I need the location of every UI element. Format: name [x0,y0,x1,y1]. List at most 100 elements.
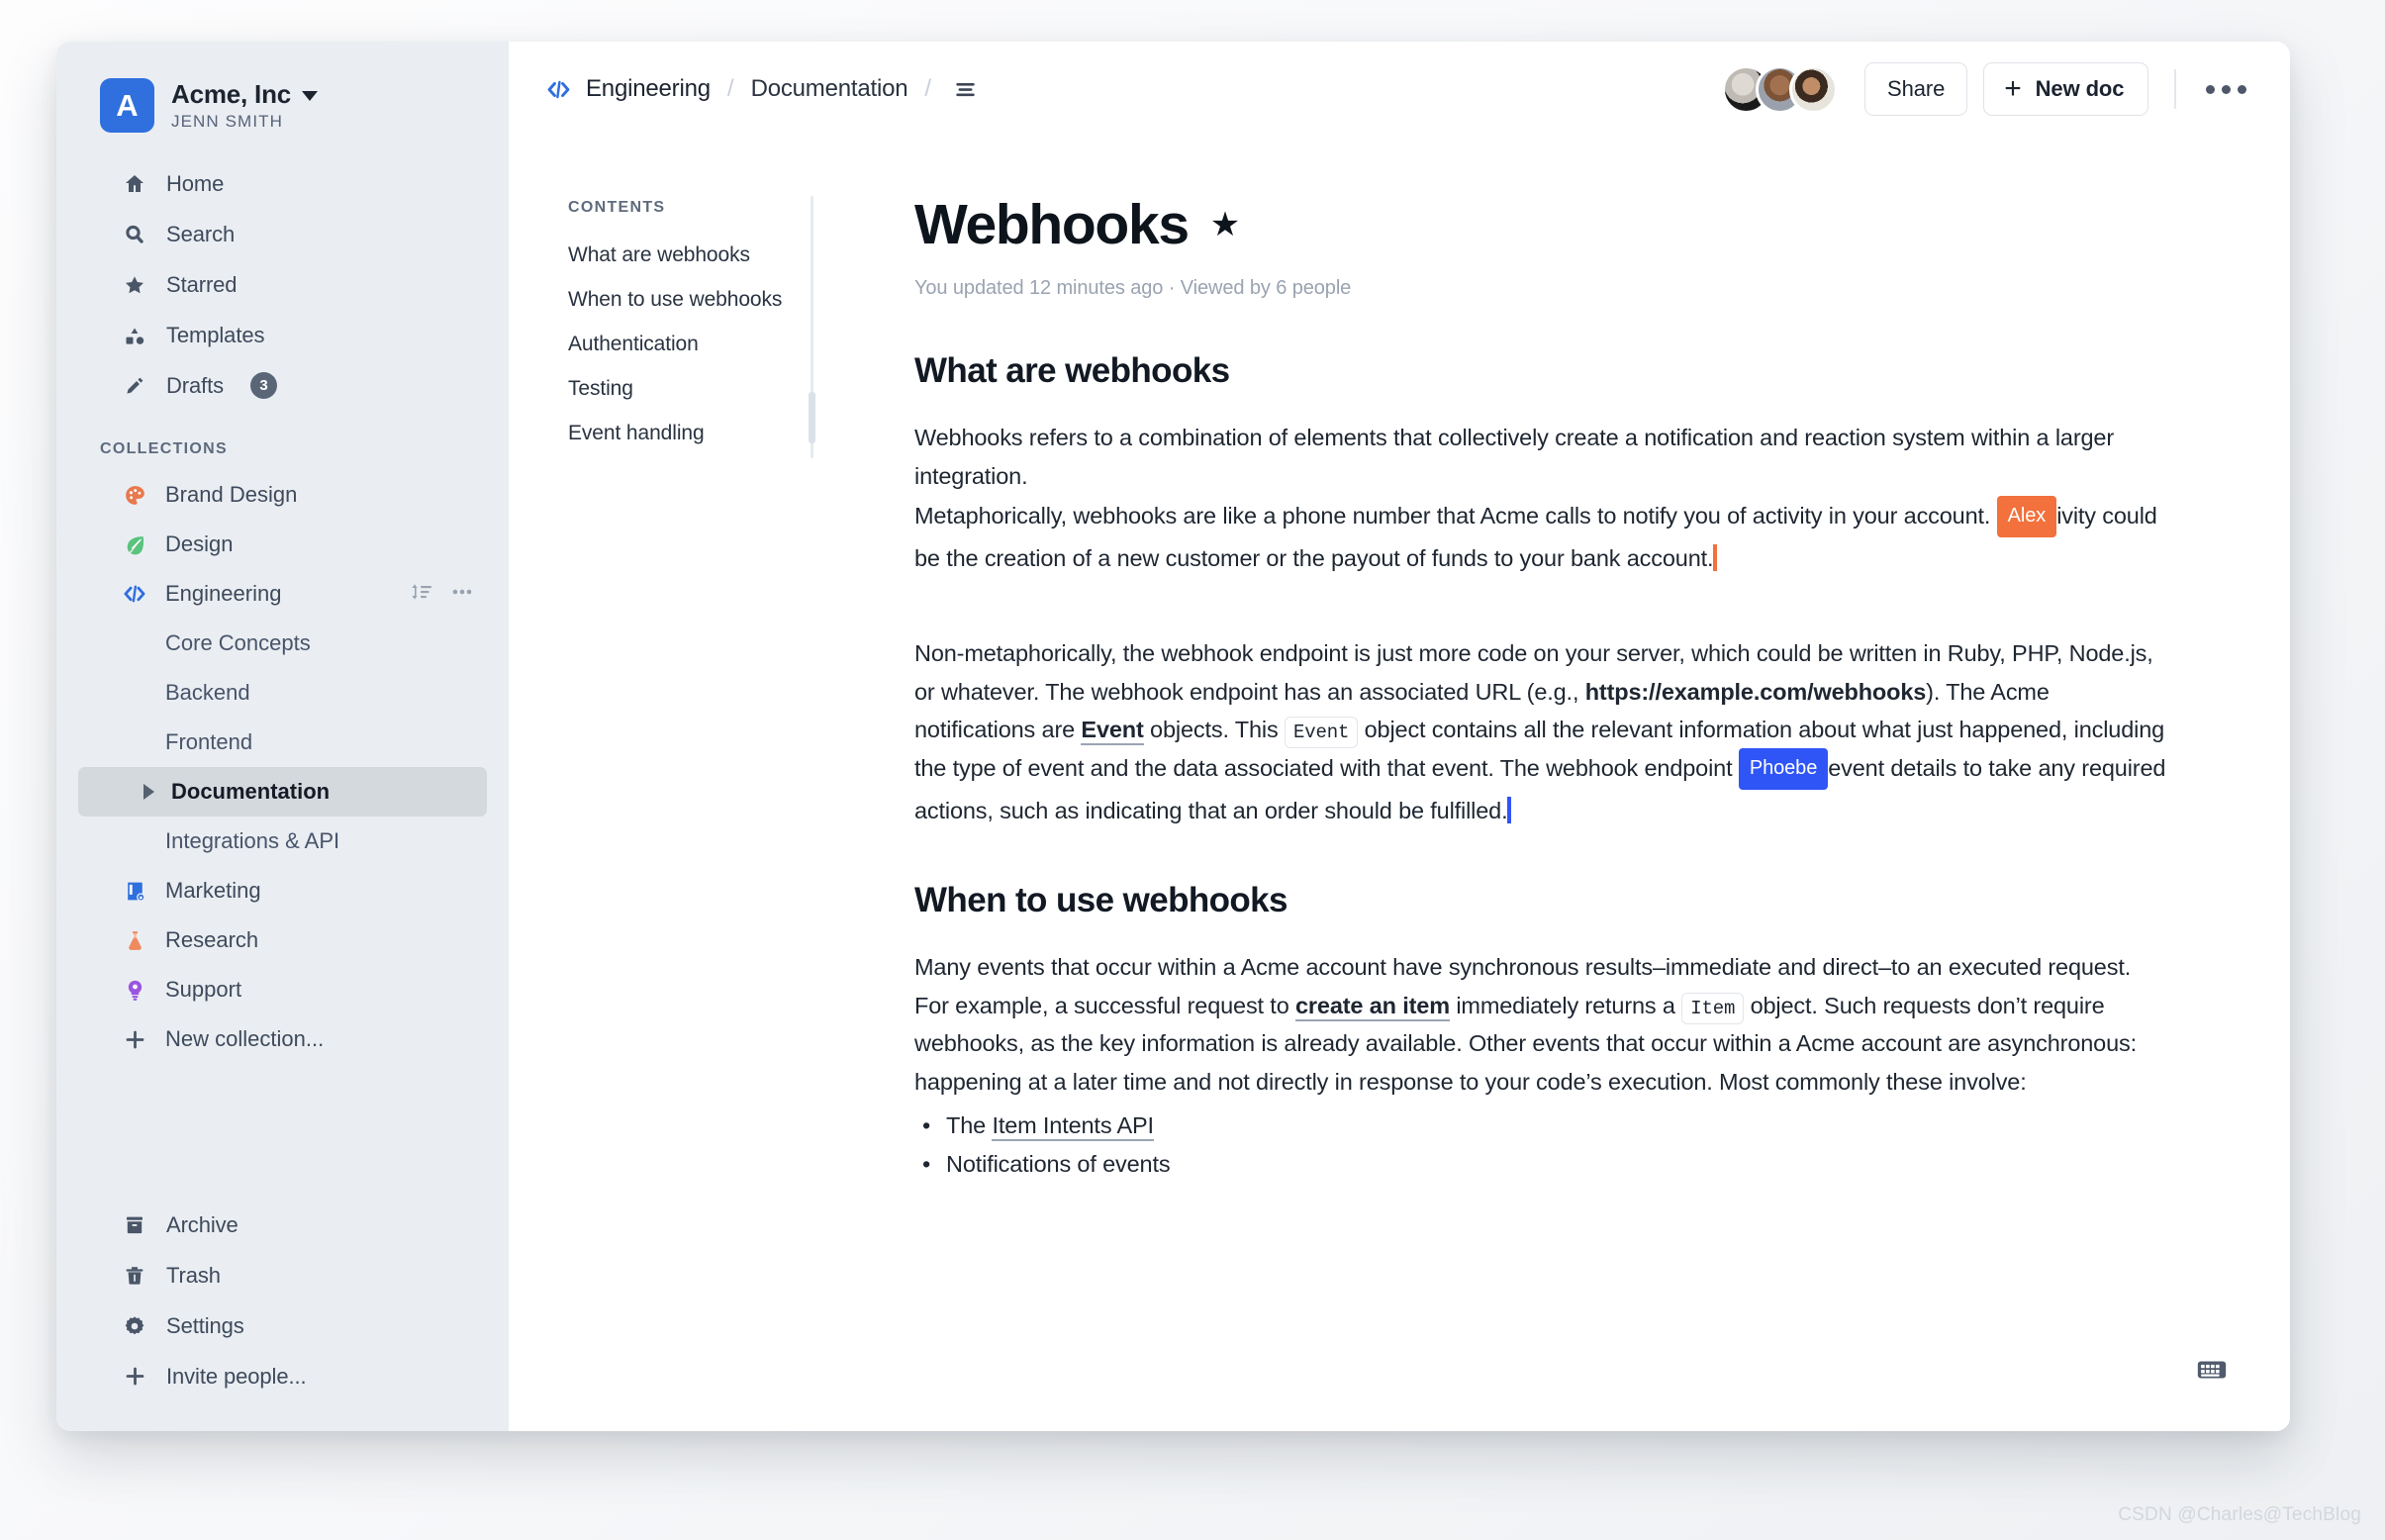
new-doc-button[interactable]: + New doc [1983,62,2149,116]
sidebar-item-label: Backend [165,680,250,705]
sidebar-item-label: Home [166,170,225,196]
sidebar-item-label: Design [165,531,234,556]
sidebar-item-label: Drafts [166,372,225,398]
templates-icon [122,323,147,348]
sidebar-item-settings[interactable]: Settings [78,1300,487,1351]
sidebar-item-integrations-api[interactable]: Integrations & API [78,817,487,866]
sidebar-item-documentation[interactable]: Documentation [78,767,487,817]
more-icon[interactable] [449,579,475,610]
sidebar-item-backend[interactable]: Backend [78,668,487,718]
sidebar-item-frontend[interactable]: Frontend [78,718,487,767]
collections-header: COLLECTIONS [100,440,228,457]
paragraph-text: Webhooks refers to a combination of elem… [914,425,2115,489]
collaborator-caret-alex [1713,543,1718,571]
sidebar-item-label: Search [166,221,236,246]
event-link[interactable]: Event [1081,717,1144,746]
item-intents-api-link[interactable]: Item Intents API [992,1112,1154,1142]
sidebar-item-core-concepts[interactable]: Core Concepts [78,619,487,668]
sidebar-item-label: Settings [166,1312,244,1338]
leaf-icon [122,531,147,557]
disclosure-triangle-icon[interactable] [143,784,154,800]
page-title: Webhooks [914,193,1190,256]
palette-icon [122,482,147,508]
book-lock-icon [122,878,147,904]
sidebar-item-search[interactable]: Search [78,209,487,259]
sidebar-item-support[interactable]: Support [78,965,487,1014]
url-text: https://example.com/webhooks [1584,678,1927,705]
sidebar-item-brand-design[interactable]: Brand Design [78,470,487,520]
app-window: A Acme, Inc JENN SMITH Home Search Starr… [56,42,2290,1431]
list-item-text: The [946,1112,993,1139]
primary-nav: Home Search Starred Templates Drafts 3 [56,158,509,411]
sidebar-item-label: Trash [166,1262,221,1288]
gear-icon [122,1313,147,1339]
sidebar-item-engineering[interactable]: Engineering [78,569,487,619]
breadcrumb-collection[interactable]: Engineering [586,75,711,103]
sidebar-item-label: Support [165,977,242,1002]
sidebar-item-label: New collection... [165,1026,325,1051]
team-avatar: A [100,78,154,133]
divider [2174,69,2176,109]
toc-item-testing[interactable]: Testing [568,377,835,401]
collaborator-caret-phoebe [1507,796,1512,823]
trash-icon [122,1263,147,1289]
sidebar-item-label: Starred [166,271,238,297]
toc-item-authentication[interactable]: Authentication [568,333,835,356]
screen: A Acme, Inc JENN SMITH Home Search Starr… [0,0,2385,1540]
sort-icon[interactable] [410,580,433,609]
content-area: CONTENTS What are webhooks When to use w… [509,137,2290,1431]
archive-icon [122,1212,147,1238]
sidebar-item-archive[interactable]: Archive [78,1200,487,1250]
section-heading-what-are-webhooks: What are webhooks [914,351,1230,390]
sidebar-item-research[interactable]: Research [78,915,487,965]
more-icon[interactable] [2200,79,2252,100]
paragraph: Metaphorically, webhooks are like a phon… [914,496,2171,577]
sidebar-item-label: Brand Design [165,482,298,507]
toc-item-when-to-use-webhooks[interactable]: When to use webhooks [568,288,835,312]
sidebar-item-marketing[interactable]: Marketing [78,866,487,915]
star-icon [122,272,147,298]
sidebar-item-design[interactable]: Design [78,520,487,569]
plus-icon [122,1364,147,1390]
sidebar-item-trash[interactable]: Trash [78,1250,487,1300]
sidebar-item-label: Engineering [165,581,282,606]
inline-code: Item [1681,992,1745,1024]
collaborator-cursor-phoebe: Phoebe [1738,747,1829,790]
scrollbar-thumb[interactable] [809,392,815,443]
sidebar-item-label: Marketing [165,878,261,903]
paragraph-text: immediately returns a [1449,992,1682,1018]
top-bar-actions: Share + New doc [1722,62,2252,116]
new-doc-label: New doc [2035,76,2125,101]
chevron-down-icon[interactable] [302,91,319,101]
flask-icon [122,927,147,953]
breadcrumb: Engineering / Documentation / [545,75,979,103]
list-item: Notifications of events [914,1145,2171,1183]
toc-item-event-handling[interactable]: Event handling [568,422,835,445]
plus-icon [122,1026,147,1052]
star-icon[interactable]: ★ [1210,208,1240,241]
sidebar-item-label: Integrations & API [165,828,340,853]
sidebar-item-templates[interactable]: Templates [78,310,487,360]
sidebar-item-drafts[interactable]: Drafts 3 [78,360,487,411]
new-collection-button[interactable]: New collection... [78,1014,487,1064]
share-button[interactable]: Share [1864,62,1968,116]
paragraph: Non-metaphorically, the webhook endpoint… [914,634,2171,829]
create-an-item-link[interactable]: create an item [1295,992,1450,1021]
bullet-list: The Item Intents API Notifications of ev… [914,1107,2171,1182]
team-switcher[interactable]: A Acme, Inc JENN SMITH [56,42,509,133]
document-body: Webhooks ★ You updated 12 minutes ago · … [835,137,2290,1431]
hamburger-icon[interactable] [948,76,979,103]
sidebar-item-label: Research [165,927,259,952]
sidebar-item-home[interactable]: Home [78,158,487,209]
toc-item-what-are-webhooks[interactable]: What are webhooks [568,243,835,267]
invite-people-button[interactable]: Invite people... [78,1351,487,1401]
collaborator-avatars[interactable] [1722,64,1838,114]
paragraph-text: objects. This [1143,717,1285,743]
watermark: CSDN @Charles@TechBlog [2118,1504,2361,1525]
sidebar-item-starred[interactable]: Starred [78,259,487,310]
avatar[interactable] [1789,64,1838,114]
breadcrumb-document[interactable]: Documentation [751,75,908,103]
sidebar-bottom-nav: Archive Trash Settings Invite people... [56,1200,509,1401]
keyboard-icon[interactable] [2195,1353,2229,1392]
